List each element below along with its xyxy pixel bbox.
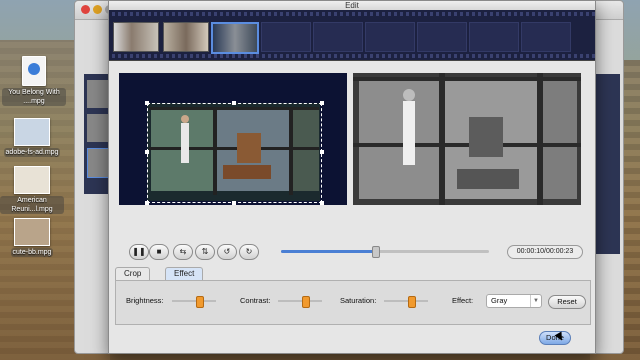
filmstrip-empty-slot [313, 22, 363, 52]
desktop-file-label: You Belong With ....mpg [2, 88, 66, 106]
video-thumbnail-icon [14, 118, 50, 146]
pause-button[interactable]: ❚❚ [129, 244, 149, 260]
reset-button[interactable]: Reset [548, 295, 586, 309]
minimize-icon[interactable] [93, 5, 102, 14]
effect-label: Effect: [452, 296, 474, 305]
effect-panel: Brightness: Contrast: Saturation: Effect… [115, 280, 591, 325]
crop-rectangle[interactable] [145, 101, 324, 205]
filmstrip-holes [109, 12, 595, 16]
stop-icon: ■ [156, 247, 162, 256]
effect-select-value: Gray [491, 296, 508, 305]
contrast-slider[interactable] [278, 296, 322, 308]
dialog-title: Edit [109, 1, 595, 10]
pause-icon: ❚❚ [132, 247, 146, 256]
video-thumbnail-icon [14, 166, 50, 194]
crop-handle[interactable] [145, 101, 149, 105]
output-preview [353, 73, 581, 205]
rotate-right-icon: ↻ [245, 247, 253, 256]
rotate-right-button[interactable]: ↻ [239, 244, 259, 260]
desktop-file-icon[interactable]: adobe-fs-ad.mpg [0, 118, 64, 157]
preview-area [115, 65, 585, 233]
contrast-slider-knob[interactable] [302, 296, 311, 308]
playback-progress-knob[interactable] [371, 246, 380, 258]
filmstrip-empty-slot [521, 22, 571, 52]
chevron-down-icon: ▼ [530, 295, 541, 307]
crop-handle[interactable] [232, 101, 236, 105]
mpeg-file-icon [22, 56, 46, 86]
flip-horizontal-icon: ⇆ [179, 247, 187, 256]
saturation-label: Saturation: [340, 296, 377, 305]
filmstrip-frame[interactable] [163, 22, 209, 52]
crop-handle[interactable] [320, 150, 324, 154]
crop-handle[interactable] [320, 201, 324, 205]
crop-handle[interactable] [232, 201, 236, 205]
playback-progress-fill [281, 250, 375, 253]
filmstrip-empty-slot [417, 22, 467, 52]
effect-select[interactable]: Gray ▼ [486, 294, 542, 308]
rotate-left-icon: ↺ [223, 247, 231, 256]
output-video-frame [353, 73, 581, 205]
flip-horizontal-button[interactable]: ⇆ [173, 244, 193, 260]
filmstrip-empty-slot [469, 22, 519, 52]
filmstrip [109, 10, 595, 61]
tab-crop[interactable]: Crop [115, 267, 151, 280]
filmstrip-frame-selected[interactable] [211, 22, 259, 54]
crop-handle[interactable] [145, 150, 149, 154]
filmstrip-frame[interactable] [113, 22, 159, 52]
brightness-label: Brightness: [126, 296, 164, 305]
filmstrip-empty-slot [365, 22, 415, 52]
desktop-file-label: cute-bb.mpg [10, 248, 54, 257]
background-thumbnail [87, 114, 109, 142]
saturation-slider[interactable] [384, 296, 428, 308]
stop-button[interactable]: ■ [149, 244, 169, 260]
playback-progress-slider[interactable] [281, 246, 489, 258]
close-icon[interactable] [81, 5, 90, 14]
filmstrip-holes [109, 54, 595, 58]
tab-effect[interactable]: Effect [165, 267, 204, 280]
desktop-file-icon[interactable]: American Reuni...l.mpg [0, 166, 64, 214]
desktop-file-label: adobe-fs-ad.mpg [3, 148, 61, 157]
edit-dialog: Edit ❚❚ ■ ⇆ ⇅ ↺ ↻ 00:00:10/00:00:23 Crop… [108, 0, 596, 354]
filmstrip-empty-slot [261, 22, 311, 52]
flip-vertical-button[interactable]: ⇅ [195, 244, 215, 260]
flip-vertical-icon: ⇅ [201, 247, 209, 256]
desktop-file-label: American Reuni...l.mpg [0, 196, 64, 214]
rotate-left-button[interactable]: ↺ [217, 244, 237, 260]
background-thumbnail [87, 80, 109, 108]
time-display: 00:00:10/00:00:23 [507, 245, 583, 259]
brightness-slider-knob[interactable] [196, 296, 205, 308]
brightness-slider[interactable] [172, 296, 216, 308]
saturation-slider-knob[interactable] [408, 296, 417, 308]
background-side-panel [596, 74, 620, 254]
desktop-file-icon[interactable]: cute-bb.mpg [0, 218, 64, 257]
crop-handle[interactable] [145, 201, 149, 205]
video-thumbnail-icon [14, 218, 50, 246]
original-preview[interactable] [119, 73, 347, 205]
desktop-file-icon[interactable]: You Belong With ....mpg [2, 56, 66, 106]
crop-handle[interactable] [320, 101, 324, 105]
contrast-label: Contrast: [240, 296, 271, 305]
